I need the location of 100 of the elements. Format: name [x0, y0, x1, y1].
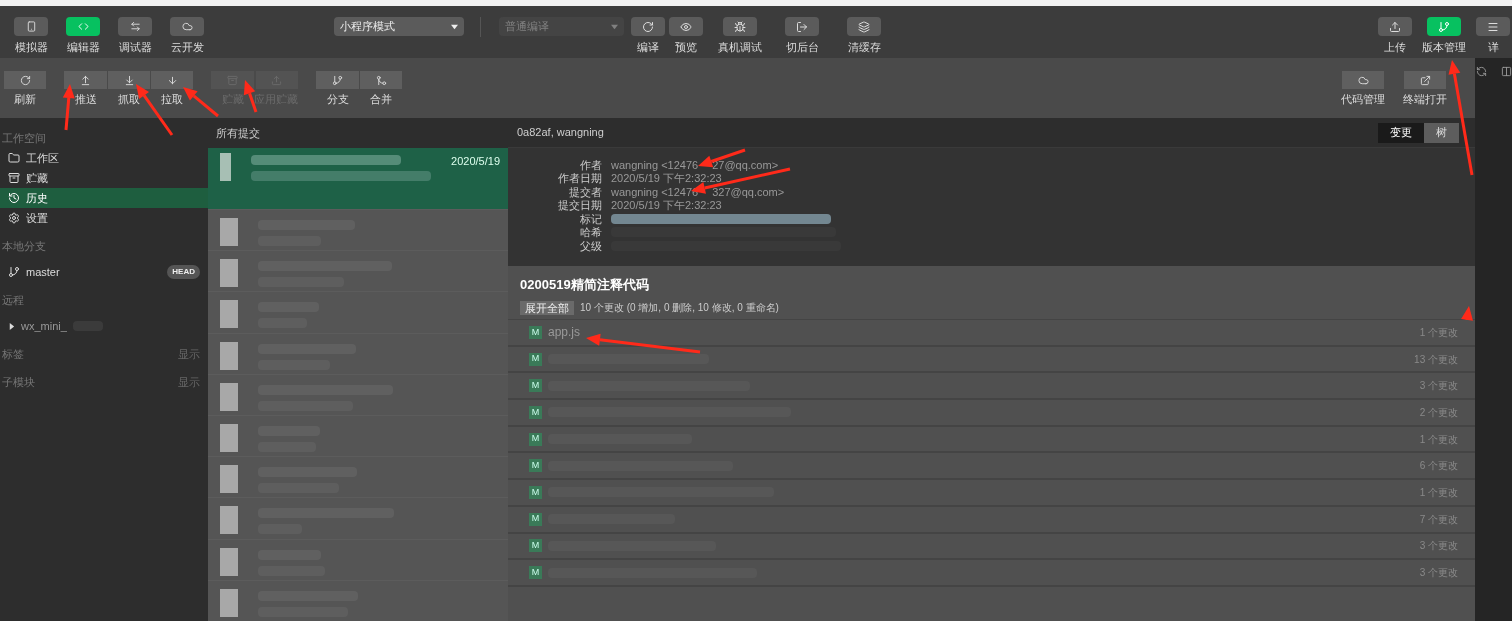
refresh-icon — [19, 74, 31, 86]
section-title: 标签 — [2, 346, 24, 362]
status-badge: M — [529, 566, 542, 580]
commit-row[interactable]: 2020/5/19 — [208, 148, 508, 209]
refresh-icon[interactable] — [1476, 66, 1487, 77]
caret-icon — [611, 23, 618, 30]
columns-icon[interactable] — [1501, 66, 1512, 77]
refresh-icon — [642, 20, 654, 33]
menu-icon — [1487, 20, 1499, 33]
sidebar-item[interactable]: 工作区 — [0, 148, 208, 168]
toolbar-button[interactable]: 预览 — [669, 17, 703, 56]
status-badge: M — [529, 539, 542, 553]
status-badge: M — [529, 512, 542, 526]
toolbar-button[interactable]: 上传 — [1378, 17, 1412, 56]
field-value: 327@qq.com> — [712, 184, 785, 200]
status-badge: M — [529, 485, 542, 499]
folder-icon — [8, 152, 20, 164]
code-icon — [77, 21, 89, 32]
blurred-avatar — [220, 423, 238, 452]
change-summary: 10 个更改 (0 增加, 0 删除, 10 修改, 0 重命名) — [580, 301, 779, 315]
sidebar-item[interactable]: wx_mini_ — [0, 316, 208, 336]
field-value: 27@qq.com> — [712, 157, 779, 173]
fetch-icon — [123, 74, 135, 86]
expand-all-button[interactable]: 展开全部 — [520, 300, 574, 315]
external-link-icon — [1419, 74, 1431, 86]
toolbar-button[interactable]: 编辑器 — [66, 17, 100, 56]
section-title: 子模块 — [2, 374, 35, 390]
field-value: 2020/5/19 下午2:32:23 — [611, 171, 722, 186]
field-label: 父级 — [579, 238, 602, 254]
toolbar-button[interactable]: 代码管理 — [1341, 71, 1385, 108]
status-badge: M — [529, 352, 542, 366]
mode-select[interactable]: 小程序模式 — [334, 17, 464, 36]
layers-icon — [858, 20, 870, 33]
view-tab[interactable]: 树 — [1424, 122, 1459, 143]
blurred-avatar — [220, 217, 238, 246]
toolbar-button[interactable]: 拉取 — [150, 71, 193, 108]
field-value: wangning <12476 — [611, 184, 699, 200]
toolbar-button[interactable]: 分支 — [316, 71, 359, 108]
view-tab[interactable]: 变更 — [1378, 122, 1424, 143]
blurred-avatar — [220, 153, 232, 181]
field-label: 作者日期 — [557, 171, 602, 186]
blurred-avatar — [220, 465, 238, 494]
swap-icon — [129, 21, 141, 32]
status-badge: M — [529, 405, 542, 419]
pull-icon — [166, 74, 178, 86]
branch-icon — [332, 74, 343, 86]
field-label: 哈希 — [579, 225, 602, 240]
toolbar-button[interactable]: 终端打开 — [1403, 71, 1447, 108]
toolbar-button[interactable]: 刷新 — [4, 71, 46, 108]
annotation-arrow — [62, 84, 75, 131]
blurred-avatar — [220, 382, 238, 411]
branch-icon — [8, 266, 20, 278]
annotation-arrow — [183, 87, 219, 118]
sidebar-item[interactable]: 历史 — [0, 188, 208, 208]
blurred-avatar — [220, 588, 238, 617]
toolbar-button[interactable]: 调试器 — [118, 17, 152, 56]
toolbar-button[interactable]: 切后台 — [777, 17, 827, 56]
toolbar-button[interactable]: 编译 — [631, 17, 665, 56]
list-title: 所有提交 — [216, 125, 260, 141]
merge-icon — [375, 74, 387, 86]
field-value: 2020/5/19 下午2:32:23 — [611, 198, 722, 213]
sidebar-item[interactable]: 贮藏 — [0, 168, 208, 188]
toolbar-button[interactable]: 清缓存 — [839, 17, 889, 56]
status-badge: M — [529, 379, 542, 393]
toolbar-button[interactable]: 合并 — [359, 71, 402, 108]
field-label: 作者 — [579, 157, 602, 173]
sidebar-item[interactable]: master HEAD — [0, 262, 208, 282]
file-name: app.js — [548, 324, 581, 342]
toolbar-button[interactable]: 模拟器 — [14, 17, 48, 56]
field-label: 标记 — [579, 211, 602, 227]
bug-icon — [734, 20, 746, 33]
commit-header: 0a82af, wangning — [517, 125, 604, 141]
eye-icon — [680, 20, 692, 33]
section-title: 工作空间 — [2, 130, 46, 146]
blurred-avatar — [220, 259, 238, 288]
caret-icon — [8, 322, 15, 330]
cloud-icon — [1357, 74, 1369, 86]
status-badge: M — [529, 459, 542, 473]
toolbar-button[interactable]: 真机调试 — [715, 17, 765, 56]
toolbar-button[interactable]: 抓取 — [107, 71, 150, 108]
toolbar-button[interactable]: 云开发 — [170, 17, 204, 56]
phone-icon — [25, 21, 37, 32]
toolbar-button[interactable]: 版本管理 — [1422, 17, 1466, 56]
section-title: 本地分支 — [2, 238, 46, 254]
field-label: 提交者 — [568, 184, 602, 200]
head-badge: HEAD — [167, 265, 200, 279]
section-title: 远程 — [2, 292, 24, 308]
toolbar-button[interactable]: 推送 — [64, 71, 107, 108]
blurred-avatar — [220, 300, 238, 329]
history-icon — [8, 192, 20, 204]
status-badge: M — [529, 432, 542, 446]
toolbar-button[interactable]: 详 — [1476, 17, 1510, 56]
field-value: wangning <12476 — [611, 157, 699, 173]
sidebar-item[interactable]: 设置 — [0, 208, 208, 228]
commit-message: 0200519精简注释代码 — [520, 275, 650, 294]
status-badge: M — [529, 325, 542, 339]
annotation-arrow — [1461, 306, 1473, 321]
settings-icon — [8, 212, 20, 224]
caret-icon — [451, 23, 458, 30]
exit-icon — [796, 20, 808, 33]
